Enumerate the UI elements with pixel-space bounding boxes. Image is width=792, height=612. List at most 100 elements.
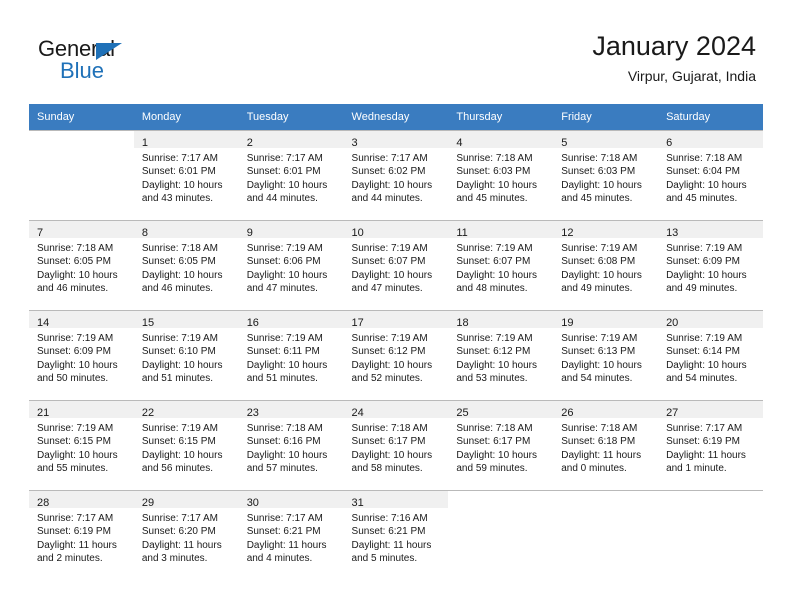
- day-cell[interactable]: [553, 490, 659, 580]
- day-cell[interactable]: 4 Sunrise: 7:18 AM Sunset: 6:03 PM Dayli…: [448, 130, 554, 221]
- daylight-text-line1: Daylight: 10 hours: [37, 359, 118, 371]
- day-number-band: 1: [133, 131, 239, 149]
- day-cell[interactable]: [658, 490, 763, 580]
- day-cell[interactable]: 2 Sunrise: 7:17 AM Sunset: 6:01 PM Dayli…: [238, 130, 344, 221]
- weekday-header-row: Sunday Monday Tuesday Wednesday Thursday…: [29, 104, 763, 131]
- day-number: 27: [666, 407, 679, 419]
- day-number-band: 2: [238, 131, 344, 149]
- day-cell[interactable]: 21 Sunrise: 7:19 AM Sunset: 6:15 PM Dayl…: [29, 400, 134, 491]
- day-cell[interactable]: 1 Sunrise: 7:17 AM Sunset: 6:01 PM Dayli…: [133, 130, 239, 221]
- day-details: [29, 148, 134, 152]
- day-cell[interactable]: [448, 490, 554, 580]
- day-cell[interactable]: 30 Sunrise: 7:17 AM Sunset: 6:21 PM Dayl…: [238, 490, 344, 580]
- daylight-text-line2: and 44 minutes.: [351, 193, 423, 205]
- calendar-page: General Blue January 2024 Virpur, Gujara…: [0, 0, 792, 612]
- sunset-text: Sunset: 6:03 PM: [561, 166, 636, 178]
- day-details: Sunrise: 7:17 AM Sunset: 6:01 PM Dayligh…: [239, 148, 344, 206]
- day-cell[interactable]: 31 Sunrise: 7:16 AM Sunset: 6:21 PM Dayl…: [343, 490, 449, 580]
- day-number-band: [448, 491, 554, 508]
- day-number: 15: [141, 317, 155, 329]
- daylight-text-line1: Daylight: 11 hours: [351, 539, 432, 551]
- daylight-text-line1: Daylight: 11 hours: [246, 539, 327, 551]
- day-cell[interactable]: 15 Sunrise: 7:19 AM Sunset: 6:10 PM Dayl…: [133, 310, 239, 401]
- day-cell[interactable]: 25 Sunrise: 7:18 AM Sunset: 6:17 PM Dayl…: [448, 400, 554, 491]
- day-number-band: 11: [448, 221, 554, 239]
- weekday-header-thursday: Thursday: [448, 104, 554, 131]
- day-number: 30: [246, 497, 259, 509]
- day-number-band: 9: [238, 221, 344, 239]
- general-blue-logo[interactable]: General Blue: [38, 36, 218, 86]
- daylight-text-line2: and 3 minutes.: [141, 553, 208, 565]
- day-details: Sunrise: 7:19 AM Sunset: 6:15 PM Dayligh…: [134, 418, 239, 476]
- sunset-text: Sunset: 6:07 PM: [456, 256, 531, 268]
- day-cell[interactable]: 24 Sunrise: 7:18 AM Sunset: 6:17 PM Dayl…: [343, 400, 449, 491]
- day-cell[interactable]: 13 Sunrise: 7:19 AM Sunset: 6:09 PM Dayl…: [658, 220, 763, 311]
- sunrise-text: Sunrise: 7:18 AM: [37, 243, 114, 254]
- sunset-text: Sunset: 6:17 PM: [351, 436, 426, 448]
- day-cell[interactable]: 27 Sunrise: 7:17 AM Sunset: 6:19 PM Dayl…: [658, 400, 763, 491]
- sunset-text: Sunset: 6:14 PM: [666, 346, 740, 358]
- day-number-band: 14: [29, 311, 134, 329]
- calendar-week-row: 1 Sunrise: 7:17 AM Sunset: 6:01 PM Dayli…: [29, 130, 763, 221]
- sunset-text: Sunset: 6:17 PM: [456, 436, 531, 448]
- daylight-text-line1: Daylight: 11 hours: [561, 449, 642, 461]
- day-cell[interactable]: 22 Sunrise: 7:19 AM Sunset: 6:15 PM Dayl…: [133, 400, 239, 491]
- page-subtitle: Virpur, Gujarat, India: [627, 68, 756, 84]
- day-number-band: 25: [448, 401, 554, 419]
- day-number-band: 27: [658, 401, 763, 419]
- day-cell[interactable]: 8 Sunrise: 7:18 AM Sunset: 6:05 PM Dayli…: [133, 220, 239, 311]
- day-details: Sunrise: 7:18 AM Sunset: 6:03 PM Dayligh…: [553, 148, 658, 206]
- day-cell[interactable]: 3 Sunrise: 7:17 AM Sunset: 6:02 PM Dayli…: [343, 130, 449, 221]
- day-cell[interactable]: 10 Sunrise: 7:19 AM Sunset: 6:07 PM Dayl…: [343, 220, 449, 311]
- day-cell[interactable]: 20 Sunrise: 7:19 AM Sunset: 6:14 PM Dayl…: [658, 310, 763, 401]
- day-cell[interactable]: 11 Sunrise: 7:19 AM Sunset: 6:07 PM Dayl…: [448, 220, 554, 311]
- daylight-text-line1: Daylight: 11 hours: [666, 449, 746, 461]
- sunrise-text: Sunrise: 7:19 AM: [666, 243, 743, 254]
- day-cell[interactable]: 26 Sunrise: 7:18 AM Sunset: 6:18 PM Dayl…: [553, 400, 659, 491]
- day-details: Sunrise: 7:18 AM Sunset: 6:17 PM Dayligh…: [448, 418, 553, 476]
- day-details: Sunrise: 7:18 AM Sunset: 6:05 PM Dayligh…: [134, 238, 239, 296]
- day-details: Sunrise: 7:19 AM Sunset: 6:12 PM Dayligh…: [448, 328, 553, 386]
- daylight-text-line1: Daylight: 10 hours: [37, 449, 118, 461]
- sunrise-text: Sunrise: 7:19 AM: [246, 333, 323, 344]
- page-title: January 2024: [592, 31, 756, 61]
- day-details: Sunrise: 7:19 AM Sunset: 6:12 PM Dayligh…: [344, 328, 449, 386]
- daylight-text-line2: and 1 minute.: [666, 463, 727, 475]
- day-cell[interactable]: 6 Sunrise: 7:18 AM Sunset: 6:04 PM Dayli…: [658, 130, 763, 221]
- day-cell[interactable]: [29, 130, 134, 221]
- day-details: Sunrise: 7:19 AM Sunset: 6:08 PM Dayligh…: [553, 238, 658, 296]
- sunset-text: Sunset: 6:15 PM: [37, 436, 111, 448]
- day-number-band: [553, 491, 659, 508]
- day-details: [553, 508, 658, 512]
- day-cell[interactable]: 7 Sunrise: 7:18 AM Sunset: 6:05 PM Dayli…: [29, 220, 134, 311]
- calendar-body: 1 Sunrise: 7:17 AM Sunset: 6:01 PM Dayli…: [29, 130, 763, 580]
- day-cell[interactable]: 17 Sunrise: 7:19 AM Sunset: 6:12 PM Dayl…: [343, 310, 449, 401]
- day-number: 24: [351, 407, 364, 419]
- day-cell[interactable]: 29 Sunrise: 7:17 AM Sunset: 6:20 PM Dayl…: [133, 490, 239, 580]
- day-cell[interactable]: 28 Sunrise: 7:17 AM Sunset: 6:19 PM Dayl…: [29, 490, 134, 580]
- day-details: Sunrise: 7:19 AM Sunset: 6:07 PM Dayligh…: [448, 238, 553, 296]
- sunrise-text: Sunrise: 7:19 AM: [561, 333, 638, 344]
- day-cell[interactable]: 5 Sunrise: 7:18 AM Sunset: 6:03 PM Dayli…: [553, 130, 659, 221]
- daylight-text-line1: Daylight: 10 hours: [351, 269, 433, 281]
- day-cell[interactable]: 12 Sunrise: 7:19 AM Sunset: 6:08 PM Dayl…: [553, 220, 659, 311]
- day-cell[interactable]: 16 Sunrise: 7:19 AM Sunset: 6:11 PM Dayl…: [238, 310, 344, 401]
- daylight-text-line2: and 54 minutes.: [666, 373, 738, 385]
- day-details: Sunrise: 7:16 AM Sunset: 6:21 PM Dayligh…: [344, 508, 449, 566]
- daylight-text-line1: Daylight: 11 hours: [37, 539, 117, 551]
- daylight-text-line2: and 55 minutes.: [37, 463, 109, 475]
- day-cell[interactable]: 9 Sunrise: 7:19 AM Sunset: 6:06 PM Dayli…: [238, 220, 344, 311]
- day-cell[interactable]: 18 Sunrise: 7:19 AM Sunset: 6:12 PM Dayl…: [448, 310, 554, 401]
- day-details: Sunrise: 7:19 AM Sunset: 6:13 PM Dayligh…: [553, 328, 658, 386]
- day-cell[interactable]: 23 Sunrise: 7:18 AM Sunset: 6:16 PM Dayl…: [238, 400, 344, 491]
- weekday-header-tuesday: Tuesday: [238, 104, 344, 131]
- day-number: 7: [37, 227, 44, 239]
- day-cell[interactable]: 19 Sunrise: 7:19 AM Sunset: 6:13 PM Dayl…: [553, 310, 659, 401]
- calendar-grid: Sunday Monday Tuesday Wednesday Thursday…: [29, 104, 763, 580]
- day-cell[interactable]: 14 Sunrise: 7:19 AM Sunset: 6:09 PM Dayl…: [29, 310, 134, 401]
- daylight-text-line2: and 47 minutes.: [351, 283, 423, 295]
- day-number: 19: [561, 317, 574, 329]
- sunrise-text: Sunrise: 7:18 AM: [561, 423, 638, 434]
- daylight-text-line2: and 0 minutes.: [561, 463, 627, 475]
- day-details: Sunrise: 7:17 AM Sunset: 6:02 PM Dayligh…: [344, 148, 449, 206]
